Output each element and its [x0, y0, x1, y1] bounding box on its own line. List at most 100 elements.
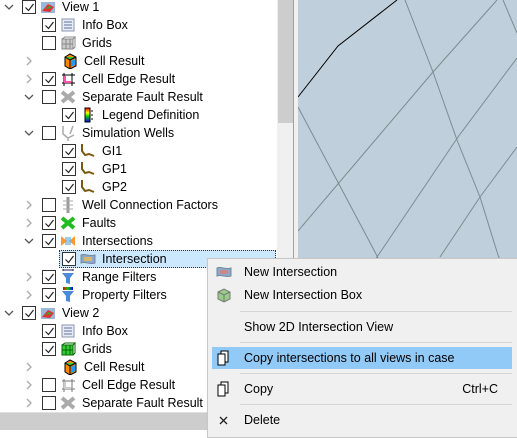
visibility-checkbox[interactable]: [42, 198, 56, 212]
grids-icon: [60, 35, 77, 51]
visibility-checkbox[interactable]: [62, 180, 76, 194]
copy-icon: [216, 381, 232, 397]
menu-item[interactable]: Show 2D Intersection View: [212, 316, 512, 338]
chevron-down-icon[interactable]: [4, 2, 14, 12]
menu-item-label: New Intersection Box: [244, 288, 363, 302]
chevron-right-icon[interactable]: [24, 290, 34, 300]
tree-item-label: Legend Definition: [102, 108, 200, 122]
tree-item-label: Simulation Wells: [82, 126, 175, 140]
visibility-checkbox[interactable]: [42, 90, 56, 104]
menu-item[interactable]: New Intersection Box: [212, 284, 512, 306]
tree-item[interactable]: Info Box: [0, 16, 277, 34]
faults-icon: [60, 215, 76, 231]
visibility-checkbox[interactable]: [42, 378, 56, 392]
visibility-checkbox[interactable]: [42, 234, 56, 248]
tree-item[interactable]: View 1: [0, 0, 277, 16]
info-box-icon: [60, 17, 76, 33]
black-line: [297, 0, 398, 98]
well-icon: [80, 143, 96, 159]
visibility-checkbox[interactable]: [42, 396, 56, 410]
visibility-checkbox[interactable]: [62, 108, 76, 122]
tree-item[interactable]: Simulation Wells: [0, 124, 277, 142]
menu-item-label: Copy: [244, 382, 274, 396]
menu-item[interactable]: New Intersection: [212, 261, 512, 283]
tree-item-label: Grids: [82, 36, 112, 50]
menu-item-shortcut: Ctrl+C: [462, 382, 498, 396]
tree-item[interactable]: GP2: [0, 178, 277, 196]
tree-item[interactable]: Well Connection Factors: [0, 196, 277, 214]
tree-item[interactable]: GP1: [0, 160, 277, 178]
tree-item[interactable]: Cell Result: [0, 52, 277, 70]
cell-result-icon: [62, 359, 78, 376]
chevron-down-icon[interactable]: [24, 128, 34, 138]
tree-item-label: Intersection: [102, 252, 167, 266]
fault-result-icon: [60, 89, 76, 105]
tree-item-label: Info Box: [82, 18, 128, 32]
visibility-checkbox[interactable]: [42, 342, 56, 356]
tree-item[interactable]: Separate Fault Result: [0, 88, 277, 106]
chevron-right-icon[interactable]: [24, 398, 34, 408]
visibility-checkbox[interactable]: [42, 72, 56, 86]
tree-item-label: Cell Edge Result: [82, 72, 176, 86]
visibility-checkbox[interactable]: [62, 144, 76, 158]
tree-item-label: Well Connection Factors: [82, 198, 218, 212]
menu-item-label: Delete: [244, 413, 281, 427]
visibility-checkbox[interactable]: [22, 0, 36, 14]
intersection-icon: [80, 251, 96, 267]
chevron-down-icon[interactable]: [4, 308, 14, 318]
menu-item[interactable]: Copy Ctrl+C: [212, 378, 512, 400]
tree-item-label: Property Filters: [82, 288, 167, 302]
tree-item-label: Cell Result: [84, 360, 145, 374]
scrollbar-thumb[interactable]: [278, 0, 293, 123]
tree-item-label: Cell Edge Result: [82, 378, 176, 392]
tree-item[interactable]: Grids: [0, 34, 277, 52]
view-icon: [40, 305, 56, 321]
chevron-right-icon[interactable]: [24, 362, 34, 372]
tree-item-label: Intersections: [82, 234, 153, 248]
tree-item[interactable]: Legend Definition: [0, 106, 277, 124]
copy-icon: [216, 350, 232, 366]
tree-item-label: Separate Fault Result: [82, 90, 203, 104]
legend-icon: [80, 107, 96, 123]
wells-icon: [60, 125, 76, 141]
well-icon: [80, 179, 96, 195]
visibility-checkbox[interactable]: [42, 126, 56, 140]
tree-item[interactable]: Faults: [0, 214, 277, 232]
well-connection-icon: [60, 197, 76, 213]
visibility-checkbox[interactable]: [62, 162, 76, 176]
visibility-checkbox[interactable]: [22, 306, 36, 320]
tree-item[interactable]: GI1: [0, 142, 277, 160]
tree-item-label: Grids: [82, 342, 112, 356]
menu-item[interactable]: Delete: [212, 409, 512, 431]
chevron-right-icon[interactable]: [24, 380, 34, 390]
new-intersection-box-icon: [216, 287, 232, 303]
tree-item-label: GP2: [102, 180, 128, 194]
visibility-checkbox[interactable]: [42, 18, 56, 32]
chevron-right-icon[interactable]: [24, 56, 34, 66]
tree-item[interactable]: Intersections: [0, 232, 277, 250]
menu-item[interactable]: Copy intersections to all views in case: [212, 347, 512, 369]
chevron-right-icon[interactable]: [24, 74, 34, 84]
visibility-checkbox[interactable]: [42, 288, 56, 302]
menu-separator: [240, 311, 512, 312]
visibility-checkbox[interactable]: [62, 252, 76, 266]
cell-edge-gray-icon: [60, 377, 76, 393]
chevron-down-icon[interactable]: [24, 92, 34, 102]
chevron-right-icon[interactable]: [24, 272, 34, 282]
tree-item-label: GP1: [102, 162, 128, 176]
view-icon: [40, 0, 56, 15]
visibility-checkbox[interactable]: [42, 216, 56, 230]
fault-result-icon: [60, 395, 76, 411]
menu-item-label: New Intersection: [244, 265, 338, 279]
tree-item[interactable]: Cell Edge Result: [0, 70, 277, 88]
intersections-icon: [60, 233, 76, 249]
menu-separator: [240, 342, 512, 343]
chevron-right-icon[interactable]: [24, 218, 34, 228]
menu-separator: [240, 404, 512, 405]
visibility-checkbox[interactable]: [42, 324, 56, 338]
visibility-checkbox[interactable]: [42, 36, 56, 50]
visibility-checkbox[interactable]: [42, 270, 56, 284]
well-icon: [80, 161, 96, 177]
chevron-down-icon[interactable]: [24, 236, 34, 246]
chevron-right-icon[interactable]: [24, 200, 34, 210]
